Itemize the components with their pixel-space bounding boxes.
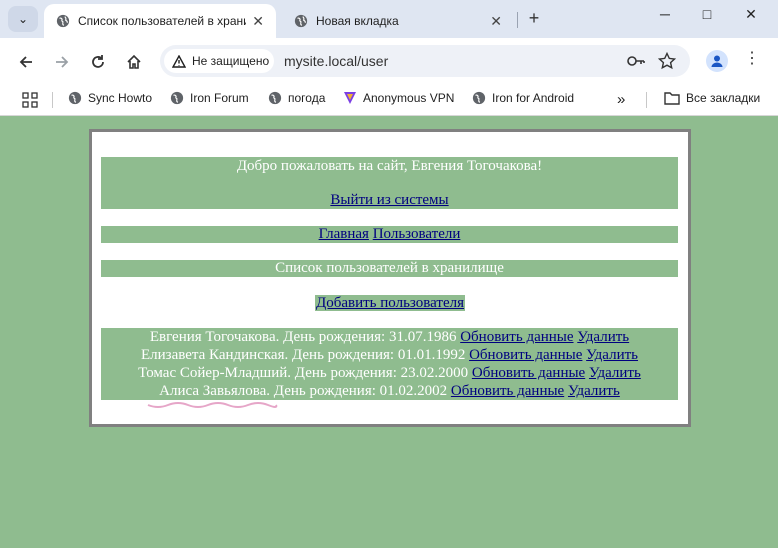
- logout-link[interactable]: Выйти из системы: [330, 192, 448, 208]
- user-row: Томас Сойер-Младший. День рождения: 23.0…: [101, 364, 678, 382]
- url-text[interactable]: mysite.local/user: [284, 53, 388, 69]
- profile-avatar[interactable]: [706, 50, 728, 72]
- bookmarks-overflow-button[interactable]: »: [617, 91, 625, 108]
- reload-icon: [92, 55, 104, 68]
- bookmark-item[interactable]: Iron for Android: [472, 91, 574, 105]
- globe-icon: [68, 91, 82, 105]
- user-list-panel: Добро пожаловать на сайт, Евгения Тогоча…: [89, 129, 691, 427]
- delete-user-link[interactable]: Удалить: [589, 365, 641, 381]
- globe-icon: [268, 91, 282, 105]
- warning-icon: [172, 54, 186, 68]
- add-user-link[interactable]: Добавить пользователя: [314, 295, 466, 311]
- menu-kebab-icon[interactable]: ⋮: [744, 48, 760, 68]
- forward-button[interactable]: [50, 50, 74, 74]
- tab-title: Новая вкладка: [316, 14, 399, 28]
- home-button[interactable]: [122, 50, 146, 74]
- globe-icon: [56, 14, 70, 28]
- page-heading: Список пользователей в хранилище: [275, 260, 504, 276]
- tab-divider: [517, 12, 518, 28]
- user-info: Евгения Тогочакова. День рождения: 31.07…: [149, 329, 457, 345]
- arrow-left-icon: [19, 56, 32, 68]
- back-button[interactable]: [14, 50, 38, 74]
- security-chip[interactable]: Не защищено: [164, 49, 274, 73]
- folder-icon: [664, 92, 680, 105]
- user-list: Евгения Тогочакова. День рождения: 31.07…: [101, 328, 678, 400]
- bookmark-label: Sync Howto: [88, 91, 153, 105]
- globe-icon: [170, 91, 184, 105]
- delete-user-link[interactable]: Удалить: [568, 383, 620, 399]
- home-icon: [127, 54, 141, 69]
- bookmark-item[interactable]: Anonymous VPN: [343, 91, 454, 105]
- key-icon[interactable]: [626, 52, 646, 70]
- close-icon[interactable]: ✕: [252, 13, 264, 30]
- bookmarks-divider: [52, 92, 53, 108]
- page-viewport: Добро пожаловать на сайт, Евгения Тогоча…: [0, 116, 778, 548]
- user-row: Евгения Тогочакова. День рождения: 31.07…: [101, 328, 678, 346]
- update-user-link[interactable]: Обновить данные: [460, 329, 573, 345]
- welcome-text: Добро пожаловать на сайт, Евгения Тогоча…: [236, 158, 543, 174]
- update-user-link[interactable]: Обновить данные: [469, 347, 582, 363]
- tab-active[interactable]: Список пользователей в храни ✕: [44, 4, 276, 38]
- update-user-link[interactable]: Обновить данные: [472, 365, 585, 381]
- double-chevron-right-icon: »: [617, 91, 626, 108]
- maximize-button[interactable]: □: [692, 6, 722, 22]
- star-icon[interactable]: [658, 52, 676, 70]
- window-close-button[interactable]: ✕: [736, 6, 766, 23]
- bookmarks-bar: Sync Howto Iron Forum погода Anonymous V…: [0, 84, 778, 116]
- user-info: Елизавета Кандинская. День рождения: 01.…: [140, 347, 466, 363]
- user-info: Алиса Завьялова. День рождения: 01.02.20…: [159, 383, 448, 399]
- apps-grid-icon[interactable]: [22, 92, 38, 108]
- globe-icon: [294, 14, 308, 28]
- bookmark-label: Iron Forum: [190, 91, 249, 105]
- all-bookmarks-label: Все закладки: [686, 91, 761, 105]
- user-info: Томас Сойер-Младший. День рождения: 23.0…: [138, 365, 469, 381]
- bookmark-item[interactable]: погода: [268, 91, 325, 105]
- bookmarks-divider: [646, 92, 647, 108]
- delete-user-link[interactable]: Удалить: [586, 347, 638, 363]
- welcome-band: Добро пожаловать на сайт, Евгения Тогоча…: [101, 157, 678, 209]
- bookmark-item[interactable]: Iron Forum: [170, 91, 249, 105]
- bookmark-label: Anonymous VPN: [363, 91, 455, 105]
- nav-home-link[interactable]: Главная: [319, 226, 369, 242]
- heading-band: Список пользователей в хранилище: [101, 260, 678, 277]
- reload-button[interactable]: [86, 50, 110, 74]
- bookmark-item[interactable]: Sync Howto: [68, 91, 152, 105]
- browser-toolbar: Не защищено mysite.local/user ⋮: [0, 38, 778, 84]
- user-row: Алиса Завьялова. День рождения: 01.02.20…: [101, 382, 678, 400]
- tab-strip: ⌄ Список пользователей в храни ✕ Новая в…: [0, 0, 778, 38]
- nav-users-link[interactable]: Пользователи: [373, 226, 461, 242]
- chevron-down-icon: ⌄: [17, 12, 29, 26]
- security-label: Не защищено: [192, 54, 270, 68]
- minimize-button[interactable]: ─: [650, 6, 680, 22]
- all-bookmarks-button[interactable]: Все закладки: [664, 91, 760, 105]
- spellcheck-underline: [147, 402, 278, 408]
- bookmark-label: погода: [288, 91, 326, 105]
- update-user-link[interactable]: Обновить данные: [451, 383, 564, 399]
- globe-icon: [472, 91, 486, 105]
- tab-search-button[interactable]: ⌄: [8, 6, 38, 32]
- arrow-right-icon: [56, 56, 69, 68]
- new-tab-button[interactable]: +: [524, 8, 544, 29]
- address-bar[interactable]: Не защищено mysite.local/user: [160, 45, 690, 77]
- vpn-icon: [344, 92, 356, 104]
- tab-new[interactable]: Новая вкладка ✕: [282, 4, 514, 38]
- tab-title: Список пользователей в храни: [78, 14, 246, 28]
- user-row: Елизавета Кандинская. День рождения: 01.…: [101, 346, 678, 364]
- nav-band: Главная Пользователи: [101, 226, 678, 243]
- close-icon[interactable]: ✕: [490, 13, 502, 30]
- person-icon: [711, 55, 723, 67]
- add-user-row: Добавить пользователя: [92, 295, 688, 312]
- delete-user-link[interactable]: Удалить: [577, 329, 629, 345]
- bookmark-label: Iron for Android: [492, 91, 575, 105]
